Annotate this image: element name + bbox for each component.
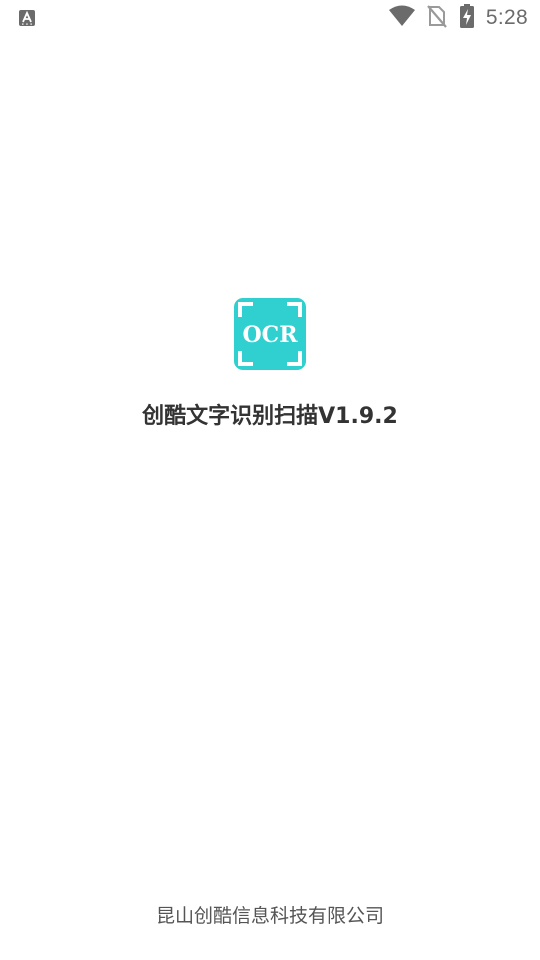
app-title: 创酷文字识别扫描V1.9.2 <box>142 404 398 429</box>
status-left <box>18 9 36 31</box>
keyboard-a-icon <box>18 10 36 31</box>
no-sim-icon <box>426 4 448 32</box>
wifi-icon <box>388 5 416 31</box>
status-right: 5:28 <box>388 4 528 32</box>
logo-text: OCR <box>243 322 299 348</box>
battery-charging-icon <box>458 3 476 33</box>
app-logo: OCR <box>234 298 306 370</box>
status-bar: 5:28 <box>0 0 540 36</box>
status-time: 5:28 <box>485 6 528 29</box>
company-name: 昆山创酷信息科技有限公司 <box>155 905 384 927</box>
